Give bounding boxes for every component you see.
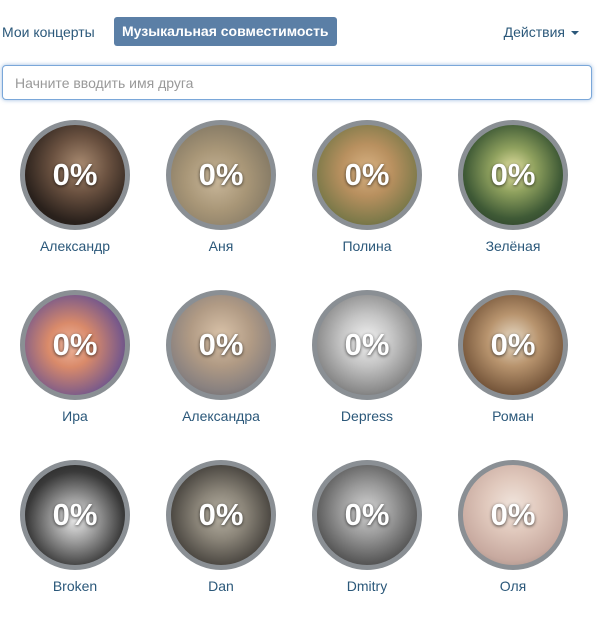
friend-card[interactable]: 0% Полина [294,120,440,270]
avatar[interactable]: 0% [166,460,276,570]
friend-card[interactable]: 0% Dan [148,460,294,610]
avatar[interactable]: 0% [20,290,130,400]
compatibility-percent: 0% [198,327,244,362]
friend-card[interactable]: 0% Зелёная [440,120,586,270]
friend-name[interactable]: Dan [148,578,294,594]
avatar[interactable]: 0% [312,290,422,400]
friend-card[interactable]: 0% Александр [2,120,148,270]
avatar[interactable]: 0% [166,120,276,230]
compatibility-percent: 0% [490,327,536,362]
friend-name[interactable]: Александр [2,238,148,254]
avatar[interactable]: 0% [458,460,568,570]
avatar[interactable]: 0% [312,120,422,230]
friend-card[interactable]: 0% Аня [148,120,294,270]
compatibility-percent: 0% [52,327,98,362]
friend-card[interactable]: 0% Ира [2,290,148,440]
friend-name[interactable]: Ира [2,408,148,424]
friend-search-input[interactable] [2,65,592,100]
actions-label: Действия [503,24,565,40]
avatar[interactable]: 0% [458,120,568,230]
friend-card[interactable]: 0% Broken [2,460,148,610]
friend-name[interactable]: Broken [2,578,148,594]
friend-card[interactable]: 0% Оля [440,460,586,610]
compatibility-percent: 0% [198,497,244,532]
avatar[interactable]: 0% [458,290,568,400]
compatibility-percent: 0% [344,497,390,532]
friend-name[interactable]: Аня [148,238,294,254]
compatibility-percent: 0% [198,157,244,192]
compatibility-percent: 0% [344,157,390,192]
tab-my-concerts[interactable]: Мои концерты [2,24,95,40]
compatibility-percent: 0% [52,497,98,532]
avatar[interactable]: 0% [312,460,422,570]
friend-card[interactable]: 0% Depress [294,290,440,440]
friend-card[interactable]: 0% Роман [440,290,586,440]
avatar[interactable]: 0% [20,460,130,570]
friend-name[interactable]: Зелёная [440,238,586,254]
avatar[interactable]: 0% [20,120,130,230]
friend-card[interactable]: 0% Александра [148,290,294,440]
avatar[interactable]: 0% [166,290,276,400]
tab-music-compatibility[interactable]: Музыкальная совместимость [114,17,337,46]
chevron-down-icon [571,31,579,36]
actions-dropdown[interactable]: Действия [504,24,579,40]
friend-name[interactable]: Dmitry [294,578,440,594]
friend-name[interactable]: Depress [294,408,440,424]
compatibility-percent: 0% [490,497,536,532]
compatibility-percent: 0% [344,327,390,362]
friend-name[interactable]: Оля [440,578,586,594]
friend-name[interactable]: Роман [440,408,586,424]
friend-name[interactable]: Александра [148,408,294,424]
compatibility-percent: 0% [52,157,98,192]
top-tabs: Мои концерты Музыкальная совместимость Д… [0,17,601,47]
friend-name[interactable]: Полина [294,238,440,254]
friend-card[interactable]: 0% Dmitry [294,460,440,610]
compatibility-percent: 0% [490,157,536,192]
